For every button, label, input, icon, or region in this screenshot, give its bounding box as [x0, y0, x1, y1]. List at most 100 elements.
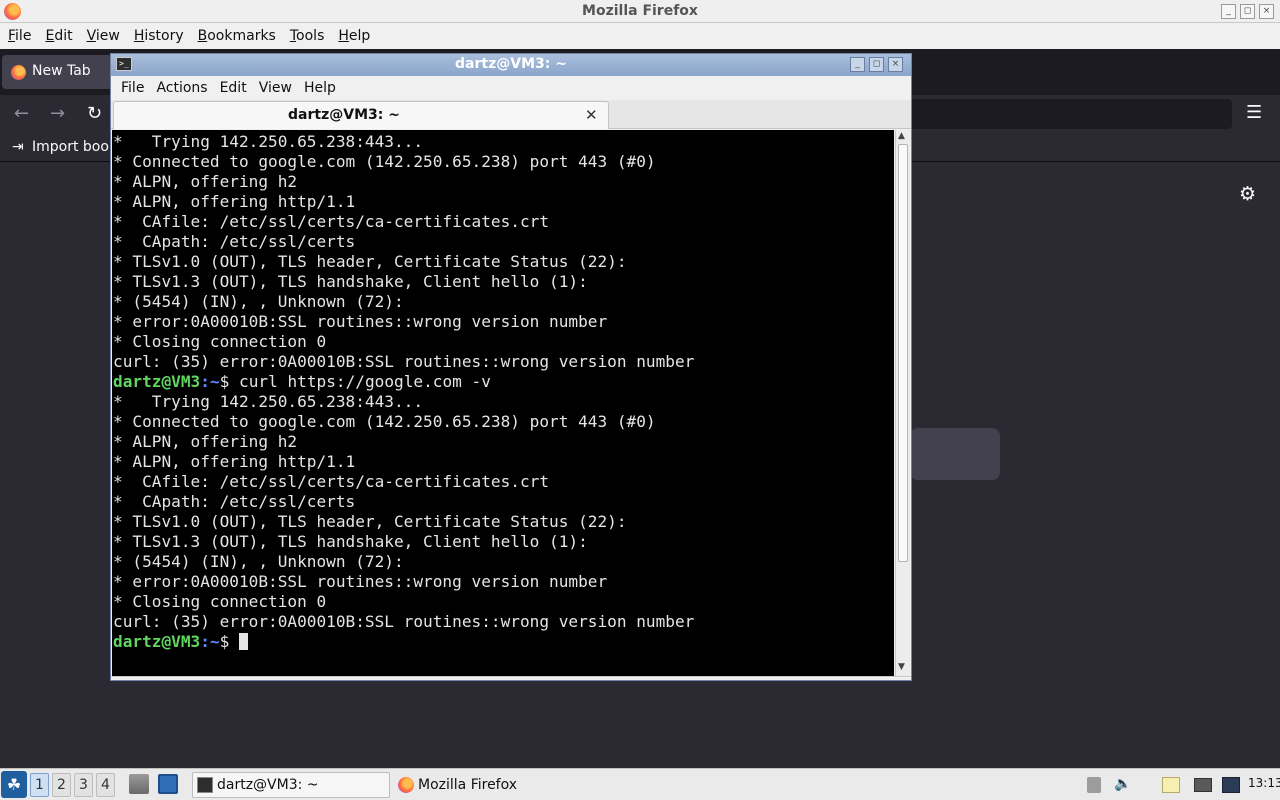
- hamburger-menu-icon[interactable]: ☰: [1246, 102, 1262, 123]
- close-button[interactable]: ×: [888, 57, 903, 72]
- menu-file[interactable]: File: [115, 80, 150, 96]
- import-bookmarks-link[interactable]: Import book: [32, 139, 117, 155]
- line-text: * Connected to google.com (142.250.65.23…: [113, 152, 656, 171]
- line-text: curl: (35) error:0A00010B:SSL routines::…: [113, 612, 695, 631]
- terminal-output-line: * TLSv1.3 (OUT), TLS handshake, Client h…: [113, 272, 894, 292]
- firefox-icon: [11, 65, 26, 80]
- terminal-menubar: File Actions Edit View Help: [111, 76, 911, 100]
- taskbar-item-terminal[interactable]: dartz@VM3: ~: [192, 772, 390, 798]
- text-cursor: [239, 633, 249, 650]
- workspace-4[interactable]: 4: [96, 773, 115, 797]
- menu-history[interactable]: History: [127, 28, 191, 44]
- menu-bookmarks[interactable]: Bookmarks: [191, 28, 283, 44]
- menu-actions[interactable]: Actions: [150, 80, 213, 96]
- close-button[interactable]: ×: [1259, 4, 1274, 19]
- terminal-output-line: * (5454) (IN), , Unknown (72):: [113, 552, 894, 572]
- menu-view[interactable]: View: [253, 80, 298, 96]
- gear-icon[interactable]: ⚙: [1239, 183, 1256, 205]
- terminal-output-line: * ALPN, offering http/1.1: [113, 452, 894, 472]
- workspace-2[interactable]: 2: [52, 773, 71, 797]
- menu-edit[interactable]: Edit: [214, 80, 253, 96]
- taskbar: ☘ 1 2 3 4 dartz@VM3: ~ Mozilla Firefox 🔈…: [0, 768, 1280, 800]
- menu-edit[interactable]: Edit: [38, 28, 79, 44]
- line-text: * CApath: /etc/ssl/certs: [113, 232, 356, 251]
- terminal-output-line: * error:0A00010B:SSL routines::wrong ver…: [113, 572, 894, 592]
- line-text: * TLSv1.0 (OUT), TLS header, Certificate…: [113, 252, 627, 271]
- terminal-output-line: * CApath: /etc/ssl/certs: [113, 232, 894, 252]
- workspace-3[interactable]: 3: [74, 773, 93, 797]
- minimize-button[interactable]: _: [850, 57, 865, 72]
- firefox-icon: [398, 777, 414, 793]
- file-manager-icon[interactable]: [129, 774, 149, 794]
- terminal-icon: [197, 777, 213, 793]
- line-text: * TLSv1.0 (OUT), TLS header, Certificate…: [113, 512, 627, 531]
- terminal-scrollbar[interactable]: ▲ ▼: [895, 130, 910, 676]
- terminal-output-line: * TLSv1.3 (OUT), TLS handshake, Client h…: [113, 532, 894, 552]
- clock[interactable]: 13:13: [1248, 776, 1280, 790]
- line-text: * TLSv1.3 (OUT), TLS handshake, Client h…: [113, 532, 588, 551]
- terminal-output-line: curl: (35) error:0A00010B:SSL routines::…: [113, 352, 894, 372]
- terminal-output-line: * (5454) (IN), , Unknown (72):: [113, 292, 894, 312]
- maximize-button[interactable]: ◻: [869, 57, 884, 72]
- terminal-command-line: dartz@VM3:~$: [113, 632, 894, 652]
- terminal-command-line: dartz@VM3:~$ curl https://google.com -v: [113, 372, 894, 392]
- terminal-output[interactable]: * Trying 142.250.65.238:443... * Connecte…: [112, 130, 894, 676]
- taskbar-item-label: Mozilla Firefox: [418, 777, 518, 793]
- terminal-output-line: * ALPN, offering h2: [113, 172, 894, 192]
- firefox-menubar: File Edit View History Bookmarks Tools H…: [0, 23, 1280, 49]
- forward-icon[interactable]: →: [50, 103, 65, 124]
- workspace-1[interactable]: 1: [30, 773, 49, 797]
- terminal-output-line: * Connected to google.com (142.250.65.23…: [113, 152, 894, 172]
- tab-new-tab[interactable]: New Tab: [2, 55, 112, 89]
- terminal-output-line: * CApath: /etc/ssl/certs: [113, 492, 894, 512]
- menu-tools[interactable]: Tools: [283, 28, 332, 44]
- network-icon[interactable]: [1194, 778, 1212, 792]
- terminal-output-line: * ALPN, offering h2: [113, 432, 894, 452]
- terminal-output-line: * ALPN, offering http/1.1: [113, 192, 894, 212]
- terminal-output-line: * Closing connection 0: [113, 592, 894, 612]
- line-text: * ALPN, offering h2: [113, 432, 298, 451]
- terminal-titlebar: >_ dartz@VM3: ~ _ ◻ ×: [111, 54, 911, 76]
- terminal-output-line: * Connected to google.com (142.250.65.23…: [113, 412, 894, 432]
- line-text: curl https://google.com -v: [229, 372, 491, 391]
- maximize-button[interactable]: ◻: [1240, 4, 1255, 19]
- shortcut-tile[interactable]: [910, 428, 1000, 480]
- show-desktop-icon[interactable]: [158, 774, 178, 794]
- terminal-tab-label: dartz@VM3: ~: [288, 107, 400, 123]
- line-text: * error:0A00010B:SSL routines::wrong ver…: [113, 572, 608, 591]
- line-text: * Connected to google.com (142.250.65.23…: [113, 412, 656, 431]
- reload-icon[interactable]: ↻: [87, 103, 102, 124]
- line-text: [229, 632, 239, 651]
- taskbar-item-label: dartz@VM3: ~: [217, 777, 319, 793]
- terminal-tab[interactable]: dartz@VM3: ~ ✕: [113, 101, 609, 129]
- back-icon[interactable]: ←: [14, 103, 29, 124]
- line-text: * TLSv1.3 (OUT), TLS handshake, Client h…: [113, 272, 588, 291]
- power-manager-icon[interactable]: [1222, 777, 1240, 793]
- terminal-window-title: dartz@VM3: ~: [455, 56, 567, 72]
- scroll-up-icon[interactable]: ▲: [898, 131, 905, 141]
- minimize-button[interactable]: _: [1221, 4, 1236, 19]
- scroll-down-icon[interactable]: ▼: [898, 662, 905, 672]
- terminal-output-line: * CAfile: /etc/ssl/certs/ca-certificates…: [113, 212, 894, 232]
- menu-help[interactable]: Help: [331, 28, 377, 44]
- volume-icon[interactable]: 🔈: [1114, 776, 1131, 792]
- menu-file[interactable]: File: [1, 28, 38, 44]
- line-text: * Closing connection 0: [113, 592, 327, 611]
- taskbar-item-firefox[interactable]: Mozilla Firefox: [393, 772, 593, 798]
- close-icon[interactable]: ✕: [585, 106, 598, 124]
- menu-view[interactable]: View: [80, 28, 127, 44]
- scrollbar-thumb[interactable]: [898, 144, 908, 562]
- line-text: * ALPN, offering h2: [113, 172, 298, 191]
- import-icon: ⇥: [12, 139, 24, 155]
- line-text: * ALPN, offering http/1.1: [113, 192, 356, 211]
- tab-label: New Tab: [32, 63, 91, 79]
- terminal-output-line: * Trying 142.250.65.238:443...: [113, 392, 894, 412]
- menu-help[interactable]: Help: [298, 80, 342, 96]
- line-text: * CAfile: /etc/ssl/certs/ca-certificates…: [113, 472, 550, 491]
- start-menu-button[interactable]: ☘: [1, 771, 27, 798]
- line-text: * Trying 142.250.65.238:443...: [113, 132, 424, 151]
- update-icon[interactable]: [1087, 777, 1101, 793]
- clipboard-icon[interactable]: [1162, 777, 1180, 793]
- line-text: * error:0A00010B:SSL routines::wrong ver…: [113, 312, 608, 331]
- terminal-output-line: * Closing connection 0: [113, 332, 894, 352]
